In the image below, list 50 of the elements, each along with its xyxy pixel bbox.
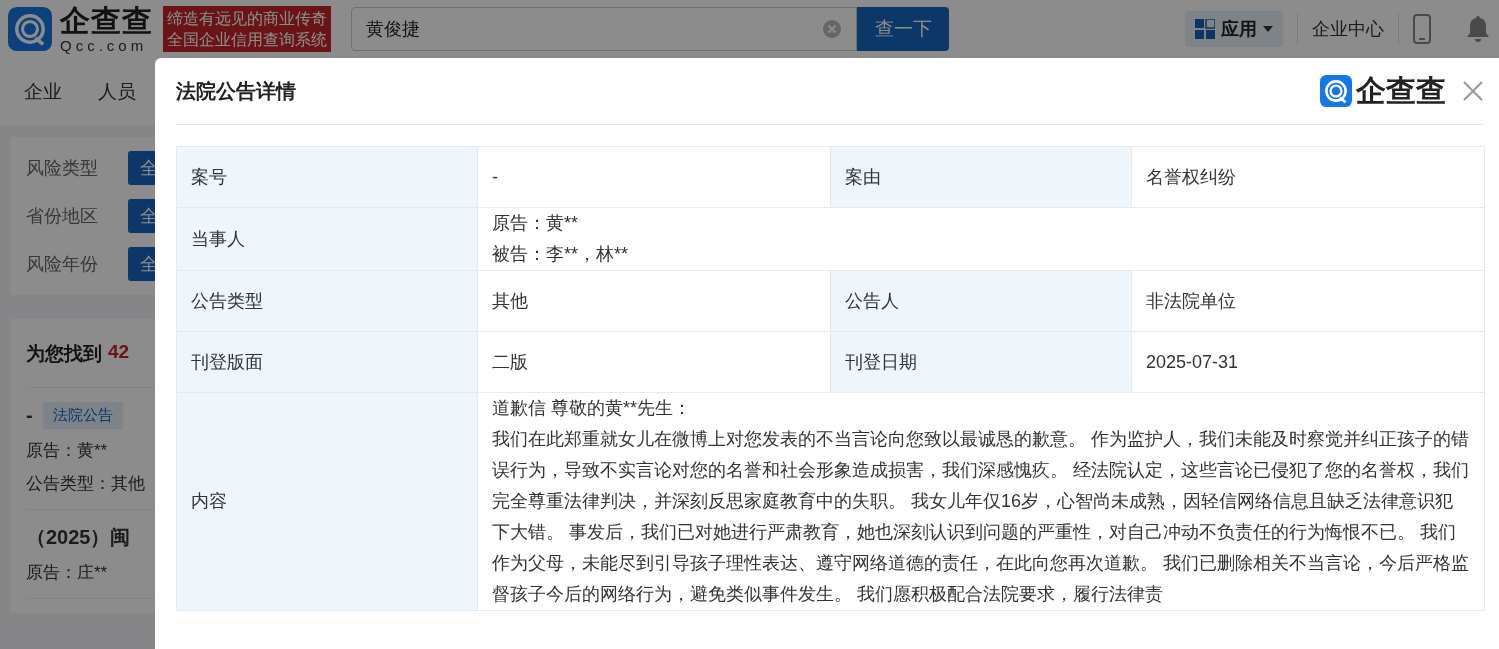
filter-label: 风险类型 [26, 157, 98, 180]
field-label: 刊登日期 [831, 332, 1132, 393]
enterprise-center-link[interactable]: 企业中心 [1312, 17, 1384, 41]
field-label: 内容 [177, 393, 478, 611]
field-label: 案号 [177, 147, 478, 208]
result-detail: 原告：黄** [26, 440, 108, 462]
field-label: 当事人 [177, 208, 478, 271]
result-detail: 公告类型：其他 [26, 473, 145, 495]
slogan-text: 缔造有远见的商业传奇 [167, 9, 327, 29]
field-label: 案由 [831, 147, 1132, 208]
nav-tab[interactable]: 企业 [24, 78, 62, 105]
bell-icon[interactable] [1465, 15, 1491, 43]
logo-text: 企查查 [60, 5, 153, 36]
search-field[interactable]: 黄俊捷 [351, 7, 857, 51]
field-value: 被告：李**，林** [492, 243, 630, 266]
result-title[interactable]: - [26, 404, 33, 427]
field-value: 我们在此郑重就女儿在微博上对您发表的不当言论向您致以最诚恳的歉意。 作为监护人，我们未能及时察觉并纠正孩子的错误行为，导致不实言论对您的名誉和社会形象造成损害，我们深感愧疚。 经法院认定，这些言论已侵犯了您的名誉权，我们完全尊重法律判决，并深刻反思家庭教育中的失职。 我女儿年仅16岁，心智尚未成熟，因轻信网络信息且缺乏法律意识犯下大错。 事发后，我们已对她进行严肃教育，她也深刻认识到问题的严重性，对自己冲动不负责任的行为悔恨不已。 我们作为父母，未能尽到引导孩子理性表达、遵守网络道德的责任，在此向您再次道歉。 我们已删除相关不当言论，今后严格监督孩子今后的网络行为，避免类似事件发生。 我们愿积极配合法院要求，履行法律责 [492, 428, 1470, 606]
field-value: 道歉信 尊敬的黄**先生： [492, 397, 692, 420]
field-value: 其他 [492, 289, 529, 313]
slogan-text: 全国企业信用查询系统 [167, 30, 327, 50]
results-count: 42 [108, 341, 130, 364]
logo-icon [1320, 75, 1352, 107]
field-value: 名誉权纠纷 [1146, 165, 1237, 189]
result-detail: 原告：庄** [26, 562, 108, 584]
nav-tab[interactable]: 人员 [98, 78, 136, 105]
field-value: - [492, 165, 499, 189]
filter-label: 风险年份 [26, 253, 98, 276]
search-button[interactable]: 查一下 [857, 7, 949, 51]
logo-domain: Qcc.com [60, 37, 149, 53]
field-value: 非法院单位 [1146, 289, 1237, 313]
apps-menu-button[interactable]: 应用 [1185, 11, 1283, 47]
logo-icon [8, 7, 52, 51]
field-value: 2025-07-31 [1146, 350, 1240, 374]
results-summary: 为您找到 [26, 342, 102, 366]
field-value: 二版 [492, 350, 529, 374]
result-tag: 法院公告 [42, 402, 123, 429]
field-value: 原告：黄** [492, 212, 579, 235]
modal-title: 法院公告详情 [176, 78, 297, 104]
field-label: 刊登版面 [177, 332, 478, 393]
close-icon[interactable] [1462, 80, 1484, 102]
phone-icon[interactable] [1413, 14, 1431, 44]
grid-icon [1195, 19, 1215, 39]
filter-label: 省份地区 [26, 205, 98, 228]
field-label: 公告类型 [177, 271, 478, 332]
caret-icon [1263, 26, 1273, 32]
brand-logo-text: 企查查 [1356, 72, 1446, 109]
clear-icon[interactable] [822, 19, 842, 39]
search-value: 黄俊捷 [366, 18, 421, 41]
result-title[interactable]: （2025）闽 [26, 524, 131, 551]
field-label: 公告人 [831, 271, 1132, 332]
